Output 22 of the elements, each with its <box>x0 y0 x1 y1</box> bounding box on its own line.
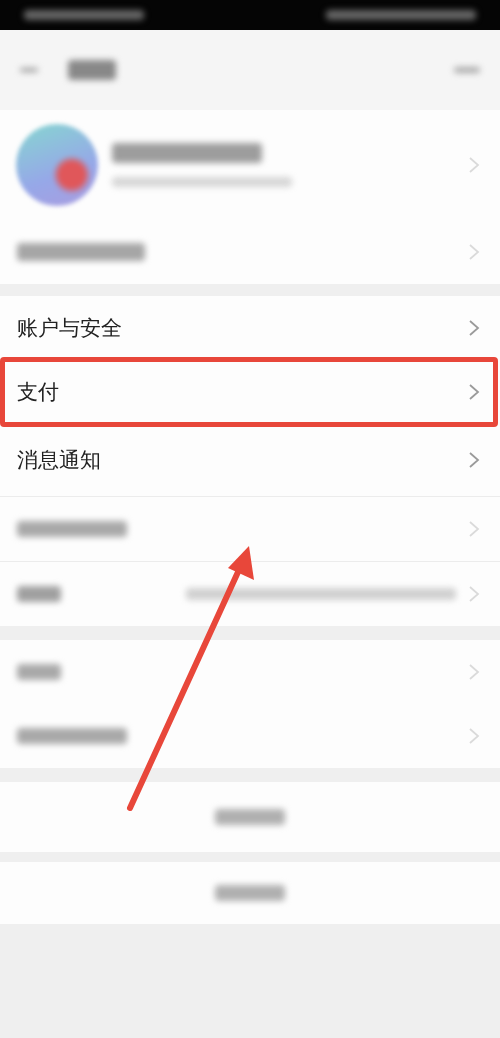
blurred-text <box>17 664 61 680</box>
menu-icon[interactable] <box>454 67 480 73</box>
row-label: 账户与安全 <box>17 315 123 342</box>
row-label: 支付 <box>17 379 60 406</box>
blurred-text <box>68 60 116 80</box>
blurred-text <box>17 586 61 602</box>
avatar[interactable] <box>16 124 98 206</box>
chevron-icon <box>468 243 480 261</box>
chevron-icon <box>468 156 480 174</box>
chevron-icon <box>468 383 480 401</box>
chevron-icon <box>468 663 480 681</box>
chevron-icon <box>468 319 480 337</box>
chevron-icon <box>468 727 480 745</box>
chevron-icon <box>468 520 480 538</box>
settings-row[interactable]: 消息通知 <box>0 424 500 497</box>
chevron-icon <box>468 585 480 603</box>
settings-row[interactable]: 账户与安全 <box>0 296 500 360</box>
row-label: 消息通知 <box>17 447 102 474</box>
settings-row[interactable]: 支付 <box>0 360 500 424</box>
blurred-text <box>215 885 285 901</box>
chevron-icon <box>468 451 480 469</box>
blurred-text <box>215 809 285 825</box>
